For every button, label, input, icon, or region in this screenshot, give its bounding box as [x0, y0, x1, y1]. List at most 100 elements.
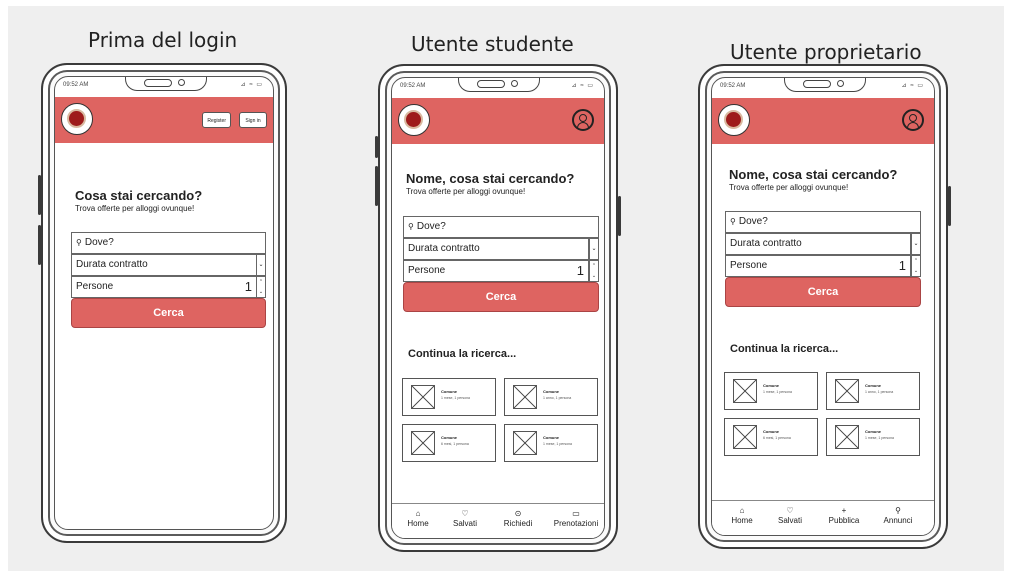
signal-icon: ⊿ ≈ ▭	[571, 83, 594, 89]
card-subtitle: 1 anno, 1 persona	[543, 396, 572, 400]
nav-requests[interactable]: ⊙ Richiedi	[490, 508, 546, 528]
notch	[458, 78, 540, 92]
recent-search-card[interactable]: Comune 1 anno, 1 persona	[826, 372, 920, 410]
power-button	[948, 186, 951, 226]
speaker-icon	[477, 80, 505, 88]
image-placeholder-icon	[835, 379, 859, 403]
app-header	[392, 98, 604, 144]
card-subtitle: 1 mese, 1 persona	[543, 442, 572, 446]
phone-owner: 09:52 AM ⊿ ≈ ▭ Nome, cosa stai cercando?…	[698, 64, 951, 549]
chevron-down-icon[interactable]: ⌄	[256, 254, 266, 276]
screen-owner: 09:52 AM ⊿ ≈ ▭ Nome, cosa stai cercando?…	[711, 77, 935, 536]
app-header	[712, 98, 934, 144]
recent-search-card[interactable]: Comune 1 mese, 1 persona	[402, 378, 496, 416]
volume-button	[38, 175, 41, 215]
people-count: 1	[898, 258, 906, 273]
chevron-down-icon[interactable]: ⌄	[589, 238, 599, 260]
listing-icon: ⚲	[895, 506, 901, 515]
register-button[interactable]: Register	[202, 112, 231, 128]
image-placeholder-icon	[513, 431, 537, 455]
continue-search-title: Continua la ricerca...	[408, 348, 517, 360]
people-stepper[interactable]: Persone 1	[403, 260, 589, 282]
volume-button	[375, 166, 378, 206]
phone-student: 09:52 AM ⊿ ≈ ▭ Nome, cosa stai cercando?…	[375, 64, 621, 552]
stepper-arrows-icon[interactable]: ⌃ ⌄	[256, 276, 266, 298]
nav-label: Annunci	[883, 516, 913, 525]
search-button[interactable]: Cerca	[71, 298, 266, 328]
search-icon: ⚲	[408, 222, 414, 231]
recent-search-card[interactable]: Comune 1 anno, 1 persona	[504, 378, 598, 416]
university-logo[interactable]	[718, 104, 750, 136]
page-subtitle: Trova offerte per alloggi ovunque!	[729, 183, 849, 192]
card-subtitle: 1 mese, 1 persona	[441, 396, 470, 400]
notch	[125, 77, 207, 91]
people-label: Persone	[730, 260, 768, 271]
image-placeholder-icon	[733, 425, 757, 449]
image-placeholder-icon	[411, 431, 435, 455]
stepper-arrows-icon[interactable]: ⌃ ⌄	[589, 260, 599, 282]
card-subtitle: 1 mese, 1 persona	[763, 390, 792, 394]
heart-icon: ♡	[786, 506, 794, 515]
stepper-arrows-icon[interactable]: ⌃ ⌄	[911, 255, 921, 277]
continue-search-title: Continua la ricerca...	[730, 343, 839, 355]
card-subtitle: 1 anno, 1 persona	[865, 390, 894, 394]
nav-saved[interactable]: ♡ Salvati	[762, 505, 818, 525]
duration-label: Durata contratto	[408, 243, 480, 254]
status-time: 09:52 AM	[720, 83, 746, 89]
people-stepper[interactable]: Persone 1	[71, 276, 257, 298]
image-placeholder-icon	[733, 379, 757, 403]
search-icon: ⚲	[730, 217, 736, 226]
page-subtitle: Trova offerte per alloggi ovunque!	[75, 204, 195, 213]
heart-icon: ♡	[461, 509, 469, 518]
card-title: Comune	[543, 389, 559, 394]
nav-label: Richiedi	[503, 519, 533, 528]
camera-icon	[178, 79, 185, 86]
speaker-icon	[803, 80, 831, 88]
bottom-nav: ⌂ Home ♡ Salvati ⊙ Richiedi ▭ Prenotazio…	[392, 503, 604, 538]
recent-search-card[interactable]: Comune 6 mesi, 1 persona	[402, 424, 496, 462]
nav-listings[interactable]: ⚲ Annunci	[870, 505, 926, 525]
nav-publish[interactable]: + Pubblica	[816, 505, 872, 525]
search-icon: ⚲	[76, 238, 82, 247]
search-button[interactable]: Cerca	[725, 277, 921, 307]
plus-icon: +	[841, 506, 847, 515]
notch	[784, 78, 866, 92]
chevron-down-icon[interactable]: ⌄	[911, 233, 921, 255]
image-placeholder-icon	[513, 385, 537, 409]
recent-search-card[interactable]: Comune 1 mese, 1 persona	[724, 372, 818, 410]
screen-guest: 09:52 AM ⊿ ≈ ▭ Register Sign in Cosa sta…	[54, 76, 274, 530]
camera-icon	[511, 80, 518, 87]
app-header: Register Sign in	[55, 97, 273, 143]
duration-select[interactable]: Durata contratto	[403, 238, 589, 260]
people-stepper[interactable]: Persone 1	[725, 255, 911, 277]
recent-search-card[interactable]: Comune 1 mese, 1 persona	[504, 424, 598, 462]
people-label: Persone	[76, 281, 114, 292]
user-profile-icon[interactable]	[572, 109, 594, 131]
page-title: Cosa stai cercando?	[75, 188, 203, 203]
card-title: Comune	[441, 435, 457, 440]
duration-select[interactable]: Durata contratto	[725, 233, 911, 255]
calendar-icon: ▭	[572, 509, 580, 518]
card-title: Comune	[441, 389, 457, 394]
caption-owner: Utente proprietario	[730, 40, 922, 64]
recent-search-card[interactable]: Comune 1 mese, 1 persona	[826, 418, 920, 456]
signal-icon: ⊿ ≈ ▭	[901, 83, 924, 89]
duration-select[interactable]: Durata contratto	[71, 254, 257, 276]
where-field[interactable]: ⚲ Dove?	[403, 216, 599, 238]
university-logo[interactable]	[61, 103, 93, 135]
signal-icon: ⊿ ≈ ▭	[240, 82, 263, 88]
recent-search-card[interactable]: Comune 6 mesi, 1 persona	[724, 418, 818, 456]
signin-button[interactable]: Sign in	[239, 112, 267, 128]
where-field[interactable]: ⚲ Dove?	[71, 232, 266, 254]
search-button[interactable]: Cerca	[403, 282, 599, 312]
nav-label: Pubblica	[828, 516, 860, 525]
card-subtitle: 1 mese, 1 persona	[865, 436, 894, 440]
where-placeholder: Dove?	[738, 216, 768, 227]
speaker-icon	[144, 79, 172, 87]
user-profile-icon[interactable]	[902, 109, 924, 131]
where-field[interactable]: ⚲ Dove?	[725, 211, 921, 233]
nav-saved[interactable]: ♡ Salvati	[437, 508, 493, 528]
university-logo[interactable]	[398, 104, 430, 136]
nav-bookings[interactable]: ▭ Prenotazioni	[548, 508, 604, 528]
page-subtitle: Trova offerte per alloggi ovunque!	[406, 187, 526, 196]
